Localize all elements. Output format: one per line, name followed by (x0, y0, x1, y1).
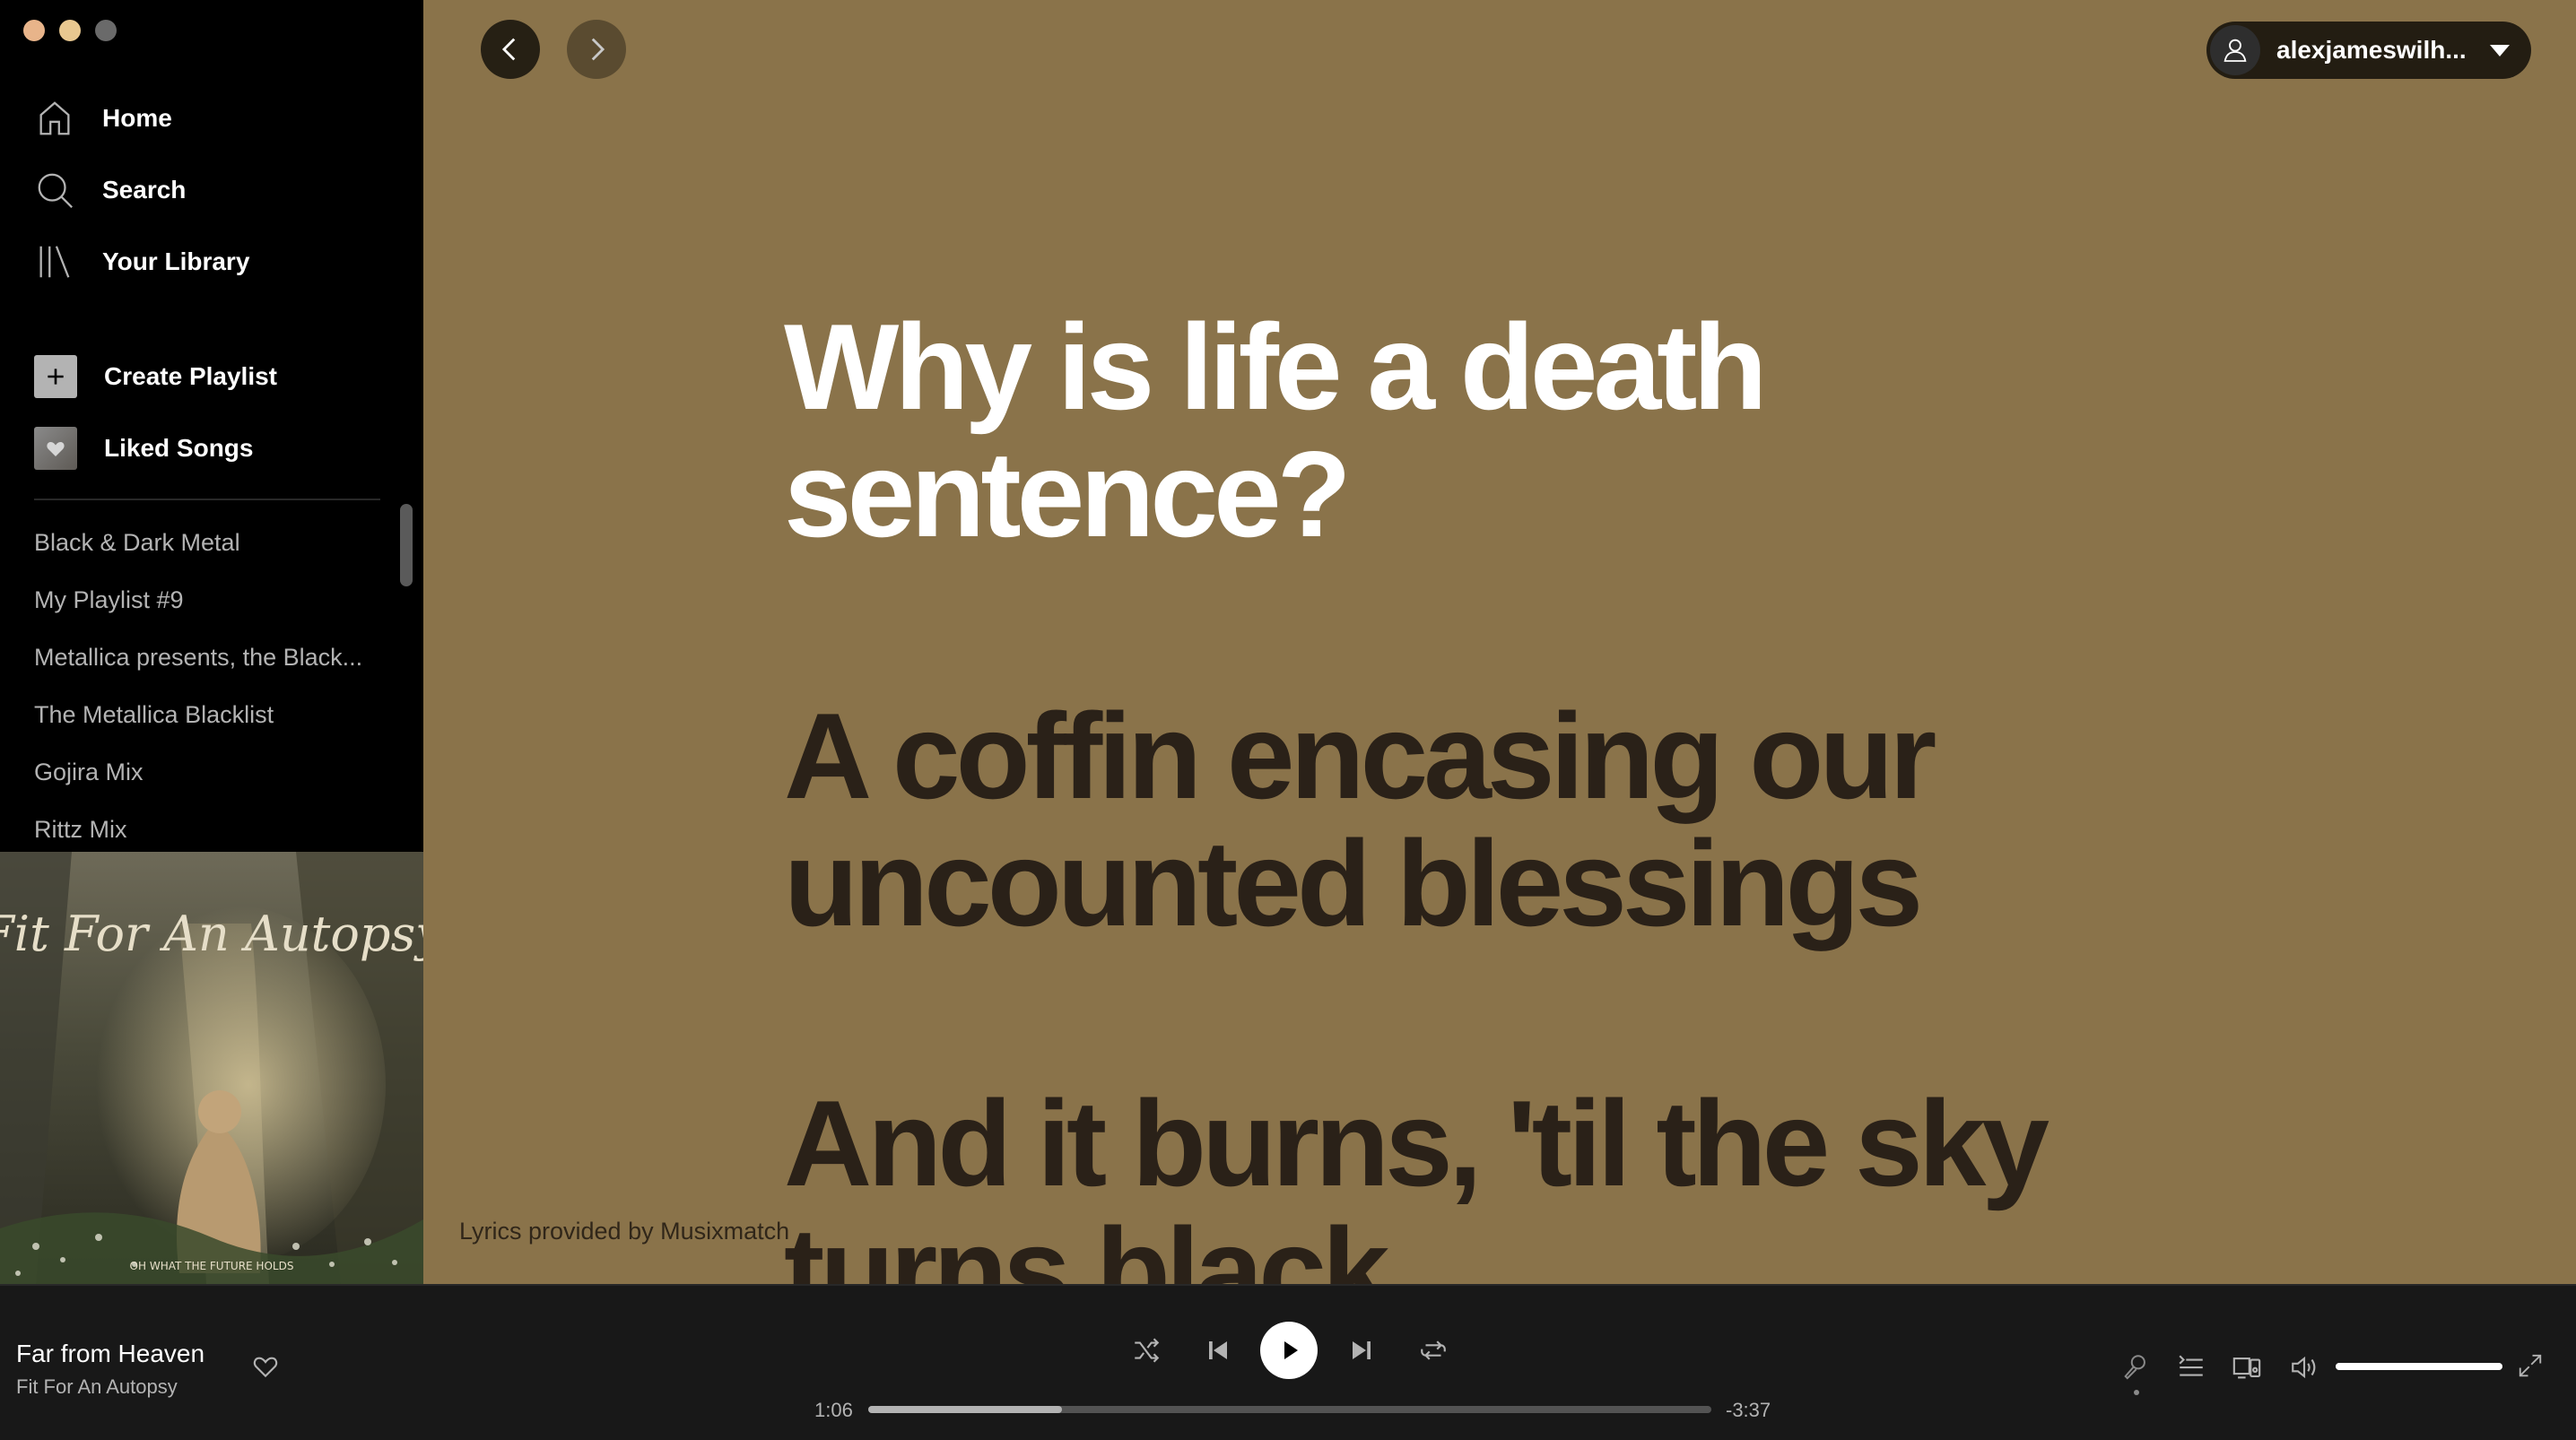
caret-down-icon (2490, 44, 2510, 56)
next-button[interactable] (1344, 1322, 1379, 1379)
lyrics-credit: Lyrics provided by Musixmatch (459, 1218, 790, 1245)
chevron-right-icon (591, 38, 605, 61)
progress-fill (868, 1406, 1063, 1413)
sidebar-item-label: Your Library (102, 247, 250, 275)
fullscreen-button[interactable] (2517, 1352, 2544, 1384)
player-bar: Far from Heaven Fit For An Autopsy 1:06 … (0, 1284, 2576, 1440)
user-icon (2210, 25, 2260, 75)
window-minimize-button[interactable] (59, 20, 81, 41)
previous-icon (1209, 1341, 1227, 1359)
elapsed-time: 1:06 (814, 1399, 853, 1421)
play-button[interactable] (1260, 1322, 1318, 1379)
user-name: alexjameswilh... (2276, 36, 2467, 64)
devices-button[interactable] (2232, 1352, 2262, 1387)
lyrics-view: alexjameswilh... Why is life a death sen… (423, 0, 2576, 1284)
progress-bar[interactable] (868, 1406, 1711, 1413)
lyrics-active-dot (2134, 1390, 2139, 1395)
queue-icon (2179, 1355, 2203, 1376)
back-button[interactable] (481, 20, 540, 79)
sidebar-item-label: Home (102, 104, 172, 132)
shuffle-icon (1135, 1338, 1160, 1363)
lyric-text: Why is life a death (784, 299, 1767, 435)
lyric-text: And it burns, 'til the sky (784, 1075, 2049, 1211)
like-button[interactable] (251, 1352, 280, 1385)
home-icon (39, 101, 70, 135)
track-title[interactable]: Far from Heaven (16, 1340, 205, 1368)
volume-fill (2336, 1363, 2502, 1370)
lyrics-button[interactable] (2120, 1352, 2151, 1395)
user-menu-button[interactable]: alexjameswilh... (2206, 22, 2531, 79)
playlist-item[interactable]: The Metallica Blacklist (34, 701, 384, 729)
playlist-item[interactable]: My Playlist #9 (34, 586, 384, 614)
lyric-line[interactable]: And it burns, 'til the sky turns black (784, 1080, 2165, 1284)
liked-songs-label: Liked Songs (104, 434, 254, 462)
sidebar-item-search[interactable]: Search (34, 163, 186, 217)
album-band-logo: Fit For An Autopsy (0, 906, 423, 962)
playlist-item[interactable]: Gojira Mix (34, 759, 384, 786)
volume-slider[interactable] (2336, 1363, 2502, 1370)
volume-icon (2292, 1356, 2316, 1379)
previous-button[interactable] (1200, 1322, 1236, 1379)
lyric-text: uncounted blessings (784, 815, 1923, 951)
fullscreen-icon (2519, 1354, 2542, 1377)
playlist-item[interactable]: Black & Dark Metal (34, 529, 384, 557)
create-playlist-label: Create Playlist (104, 362, 277, 390)
heart-icon (253, 1357, 278, 1378)
search-icon (38, 173, 73, 208)
library-icon (39, 246, 70, 278)
sidebar: Home Search Your Library Create Playlist… (0, 0, 423, 1284)
window-maximize-button[interactable] (95, 20, 117, 41)
sidebar-divider (34, 499, 380, 500)
album-cover-art[interactable]: Fit For An Autopsy OH WHAT THE FUTURE HO… (0, 852, 423, 1284)
heart-icon (34, 427, 77, 470)
album-title-text: OH WHAT THE FUTURE HOLDS (130, 1260, 294, 1272)
next-icon (1353, 1341, 1371, 1359)
lyrics-icon (2124, 1355, 2145, 1380)
shuffle-button[interactable] (1128, 1322, 1164, 1379)
playlist-item[interactable]: Rittz Mix (34, 816, 384, 844)
remaining-time: -3:37 (1726, 1399, 1771, 1421)
sidebar-item-label: Search (102, 176, 187, 204)
sidebar-item-library[interactable]: Your Library (34, 235, 249, 289)
liked-songs-button[interactable]: Liked Songs (34, 421, 253, 475)
play-icon (1284, 1341, 1298, 1359)
window-controls (23, 20, 117, 41)
queue-button[interactable] (2176, 1352, 2206, 1387)
sidebar-scrollbar[interactable] (400, 504, 413, 586)
forward-button[interactable] (567, 20, 626, 79)
create-playlist-button[interactable]: Create Playlist (34, 350, 277, 403)
window-close-button[interactable] (23, 20, 45, 41)
plus-icon (34, 355, 77, 398)
lyric-text: A coffin encasing our (784, 688, 1936, 824)
chevron-left-icon (501, 38, 516, 61)
track-artist[interactable]: Fit For An Autopsy (16, 1375, 178, 1399)
lyric-text: sentence? (784, 426, 1352, 562)
devices-icon (2232, 1358, 2261, 1379)
lyric-line[interactable]: A coffin encasing our uncounted blessing… (784, 692, 2165, 947)
sidebar-item-home[interactable]: Home (34, 91, 172, 145)
repeat-button[interactable] (1415, 1322, 1451, 1379)
repeat-icon (1421, 1340, 1446, 1360)
lyric-line-active[interactable]: Why is life a death sentence? (784, 303, 2165, 558)
lyric-text: turns black (784, 1202, 1390, 1284)
volume-button[interactable] (2289, 1352, 2319, 1387)
playlist-item[interactable]: Metallica presents, the Black... (34, 644, 384, 672)
